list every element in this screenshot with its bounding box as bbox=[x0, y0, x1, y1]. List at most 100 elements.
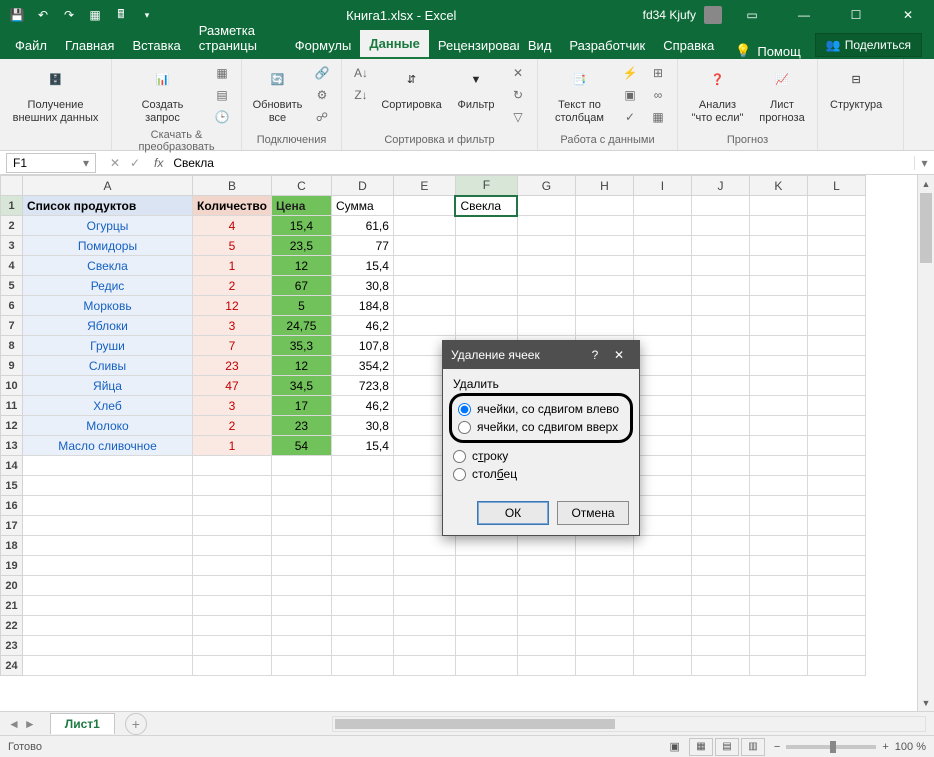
tab-next-icon[interactable]: ► bbox=[24, 717, 36, 731]
cell-B21[interactable] bbox=[193, 596, 272, 616]
cell-E7[interactable] bbox=[393, 316, 455, 336]
cell-L22[interactable] bbox=[807, 616, 865, 636]
cell-F5[interactable] bbox=[455, 276, 517, 296]
row-header-24[interactable]: 24 bbox=[1, 656, 23, 676]
cell-C9[interactable]: 12 bbox=[271, 356, 331, 376]
quickprint-icon[interactable]: ▦ bbox=[84, 4, 106, 26]
zoom-slider[interactable] bbox=[786, 745, 876, 749]
cell-E23[interactable] bbox=[393, 636, 455, 656]
cell-E19[interactable] bbox=[393, 556, 455, 576]
ok-button[interactable]: ОК bbox=[477, 501, 549, 525]
cell-C7[interactable]: 24,75 bbox=[271, 316, 331, 336]
cell-C2[interactable]: 15,4 bbox=[271, 216, 331, 236]
cell-I7[interactable] bbox=[633, 316, 691, 336]
cell-K2[interactable] bbox=[749, 216, 807, 236]
get-external-data-button[interactable]: 🗄️ Получение внешних данных bbox=[8, 63, 103, 127]
row-header-23[interactable]: 23 bbox=[1, 636, 23, 656]
tab-review[interactable]: Рецензирование bbox=[429, 32, 519, 59]
edit-links-icon[interactable]: ☍ bbox=[311, 107, 333, 127]
tab-pagelayout[interactable]: Разметка страницы bbox=[190, 17, 286, 59]
new-query-button[interactable]: 📊 Создать запрос bbox=[120, 63, 205, 127]
row-header-6[interactable]: 6 bbox=[1, 296, 23, 316]
cell-H24[interactable] bbox=[575, 656, 633, 676]
cell-J20[interactable] bbox=[691, 576, 749, 596]
cell-C22[interactable] bbox=[271, 616, 331, 636]
col-header-B[interactable]: B bbox=[193, 176, 272, 196]
cell-F18[interactable] bbox=[455, 536, 517, 556]
cell-A8[interactable]: Груши bbox=[23, 336, 193, 356]
save-icon[interactable]: 💾 bbox=[6, 4, 28, 26]
cell-F21[interactable] bbox=[455, 596, 517, 616]
cell-G22[interactable] bbox=[517, 616, 575, 636]
cell-I3[interactable] bbox=[633, 236, 691, 256]
cell-I16[interactable] bbox=[633, 496, 691, 516]
cell-I12[interactable] bbox=[633, 416, 691, 436]
flash-fill-icon[interactable]: ⚡ bbox=[619, 63, 641, 83]
radio-shift-left-input[interactable] bbox=[458, 403, 471, 416]
zoom-in-icon[interactable]: + bbox=[882, 741, 888, 753]
qat-more-icon[interactable]: ▾ bbox=[136, 4, 158, 26]
tab-file[interactable]: Файл bbox=[6, 32, 56, 59]
cell-A22[interactable] bbox=[23, 616, 193, 636]
cell-E6[interactable] bbox=[393, 296, 455, 316]
cell-G19[interactable] bbox=[517, 556, 575, 576]
radio-row-input[interactable] bbox=[453, 450, 466, 463]
cell-B3[interactable]: 5 bbox=[193, 236, 272, 256]
cell-F20[interactable] bbox=[455, 576, 517, 596]
cell-B18[interactable] bbox=[193, 536, 272, 556]
cell-F19[interactable] bbox=[455, 556, 517, 576]
row-header-16[interactable]: 16 bbox=[1, 496, 23, 516]
cell-A20[interactable] bbox=[23, 576, 193, 596]
zoom-out-icon[interactable]: − bbox=[774, 741, 780, 753]
cell-L24[interactable] bbox=[807, 656, 865, 676]
cell-J18[interactable] bbox=[691, 536, 749, 556]
row-header-4[interactable]: 4 bbox=[1, 256, 23, 276]
cell-L7[interactable] bbox=[807, 316, 865, 336]
cell-D16[interactable] bbox=[331, 496, 393, 516]
cell-J14[interactable] bbox=[691, 456, 749, 476]
cell-A19[interactable] bbox=[23, 556, 193, 576]
cell-B11[interactable]: 3 bbox=[193, 396, 272, 416]
cell-L17[interactable] bbox=[807, 516, 865, 536]
cell-B6[interactable]: 12 bbox=[193, 296, 272, 316]
redo-icon[interactable]: ↷ bbox=[58, 4, 80, 26]
cell-H21[interactable] bbox=[575, 596, 633, 616]
cell-K11[interactable] bbox=[749, 396, 807, 416]
cell-J10[interactable] bbox=[691, 376, 749, 396]
cell-I5[interactable] bbox=[633, 276, 691, 296]
sort-desc-icon[interactable]: Z↓ bbox=[350, 85, 372, 105]
cell-I10[interactable] bbox=[633, 376, 691, 396]
cell-F2[interactable] bbox=[455, 216, 517, 236]
cell-I6[interactable] bbox=[633, 296, 691, 316]
cell-D3[interactable]: 77 bbox=[331, 236, 393, 256]
cell-C20[interactable] bbox=[271, 576, 331, 596]
maximize-icon[interactable]: ☐ bbox=[834, 0, 878, 30]
sheet-tab-active[interactable]: Лист1 bbox=[50, 713, 115, 734]
cell-H4[interactable] bbox=[575, 256, 633, 276]
cell-A14[interactable] bbox=[23, 456, 193, 476]
tab-insert[interactable]: Вставка bbox=[123, 32, 189, 59]
tab-view[interactable]: Вид bbox=[519, 32, 561, 59]
cell-A1[interactable]: Список продуктов bbox=[23, 196, 193, 216]
row-header-11[interactable]: 11 bbox=[1, 396, 23, 416]
cell-D24[interactable] bbox=[331, 656, 393, 676]
radio-row[interactable]: строку bbox=[453, 447, 629, 465]
clear-filter-icon[interactable]: ✕ bbox=[507, 63, 529, 83]
cell-H20[interactable] bbox=[575, 576, 633, 596]
cell-I19[interactable] bbox=[633, 556, 691, 576]
cell-C6[interactable]: 5 bbox=[271, 296, 331, 316]
cell-E4[interactable] bbox=[393, 256, 455, 276]
col-header-E[interactable]: E bbox=[393, 176, 455, 196]
col-header-H[interactable]: H bbox=[575, 176, 633, 196]
normal-view-button[interactable]: ▦ bbox=[689, 738, 713, 756]
cell-F24[interactable] bbox=[455, 656, 517, 676]
vscroll-thumb[interactable] bbox=[920, 193, 932, 263]
cell-C8[interactable]: 35,3 bbox=[271, 336, 331, 356]
col-header-G[interactable]: G bbox=[517, 176, 575, 196]
cell-I24[interactable] bbox=[633, 656, 691, 676]
cell-K18[interactable] bbox=[749, 536, 807, 556]
cell-K16[interactable] bbox=[749, 496, 807, 516]
cell-K9[interactable] bbox=[749, 356, 807, 376]
cell-B9[interactable]: 23 bbox=[193, 356, 272, 376]
cell-C4[interactable]: 12 bbox=[271, 256, 331, 276]
